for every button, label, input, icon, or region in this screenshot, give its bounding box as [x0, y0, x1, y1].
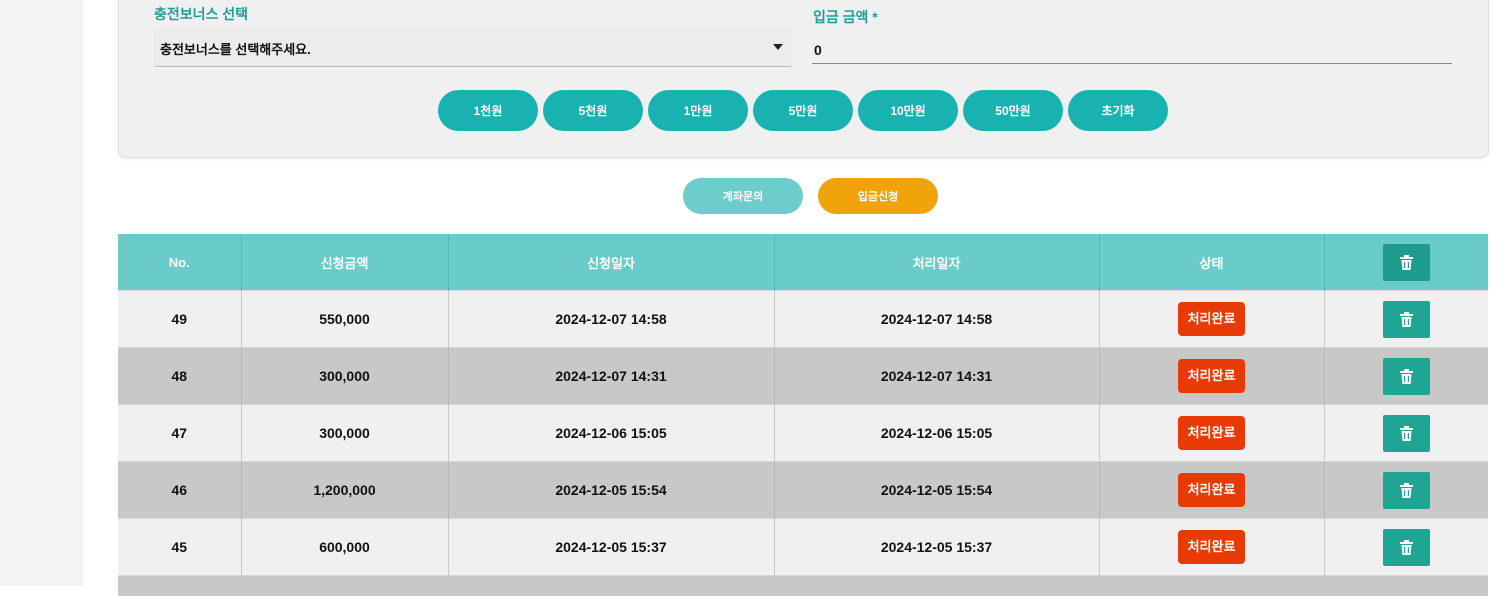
cell-delete: [1324, 462, 1488, 519]
cell-process-date: 2024-12-05 15:37: [774, 519, 1099, 576]
cell-delete: [1324, 519, 1488, 576]
cell-status: 처리완료: [1099, 519, 1324, 576]
cell-request-date: 2024-12-05 15:54: [448, 462, 774, 519]
quick-amount-1k-button[interactable]: 1천원: [438, 90, 538, 131]
cell-no: 48: [118, 348, 241, 405]
bonus-select[interactable]: 충전보너스를 선택해주세요.: [154, 28, 792, 67]
quick-amount-50k-button[interactable]: 5만원: [753, 90, 853, 131]
cell-amount: 550,000: [241, 291, 448, 348]
table-row: 49 550,000 2024-12-07 14:58 2024-12-07 1…: [118, 291, 1488, 348]
cell-amount: 600,000: [241, 519, 448, 576]
quick-amount-500k-button[interactable]: 50만원: [963, 90, 1063, 131]
cell-status: 처리완료: [1099, 291, 1324, 348]
cell-process-date: 2024-12-05 15:54: [774, 462, 1099, 519]
cell-process-date: 2024-12-07 14:58: [774, 291, 1099, 348]
delete-row-button[interactable]: [1383, 529, 1430, 566]
cell-delete: [1324, 348, 1488, 405]
reset-amount-button[interactable]: 초기화: [1068, 90, 1168, 131]
cell-request-date: 2024-12-06 15:05: [448, 405, 774, 462]
trash-icon: [1400, 426, 1413, 441]
cell-status: 처리완료: [1099, 405, 1324, 462]
delete-all-button[interactable]: [1383, 244, 1430, 281]
trash-icon: [1400, 255, 1413, 270]
header-process-date: 처리일자: [774, 234, 1099, 291]
cell-request-date: 2024-12-07 14:58: [448, 291, 774, 348]
deposit-form-card: [118, 0, 1489, 158]
cell-process-date: 2024-12-07 14:31: [774, 348, 1099, 405]
table-row: 45 600,000 2024-12-05 15:37 2024-12-05 1…: [118, 519, 1488, 576]
table-row: 46 1,200,000 2024-12-05 15:54 2024-12-05…: [118, 462, 1488, 519]
account-inquiry-button[interactable]: 계좌문의: [683, 178, 803, 214]
table-row: 48 300,000 2024-12-07 14:31 2024-12-07 1…: [118, 348, 1488, 405]
status-badge: 처리완료: [1178, 359, 1246, 393]
deposit-history-table: No. 신청금액 신청일자 처리일자 상태 49 550,000 2024-12…: [118, 234, 1488, 596]
cell-request-date: 2024-12-07 14:31: [448, 348, 774, 405]
delete-row-button[interactable]: [1383, 415, 1430, 452]
cell-delete: [1324, 291, 1488, 348]
cell-delete: [1324, 405, 1488, 462]
status-badge: 처리완료: [1178, 530, 1246, 564]
quick-amount-5k-button[interactable]: 5천원: [543, 90, 643, 131]
amount-input[interactable]: [812, 36, 1452, 64]
cell-no: 46: [118, 462, 241, 519]
delete-row-button[interactable]: [1383, 358, 1430, 395]
cell-amount: 1,200,000: [241, 462, 448, 519]
cell-status: 처리완료: [1099, 462, 1324, 519]
delete-row-button[interactable]: [1383, 301, 1430, 338]
header-delete: [1324, 234, 1488, 291]
left-sidebar-background: [0, 0, 83, 586]
cell-process-date: 2024-12-06 15:05: [774, 405, 1099, 462]
cell-no: 49: [118, 291, 241, 348]
quick-amount-buttons: 1천원 5천원 1만원 5만원 10만원 50만원 초기화: [438, 90, 1168, 131]
deposit-request-button[interactable]: 입금신청: [818, 178, 938, 214]
trash-icon: [1400, 312, 1413, 327]
cell-amount: 300,000: [241, 405, 448, 462]
status-badge: 처리완료: [1178, 473, 1246, 507]
cell-request-date: 2024-12-05 15:37: [448, 519, 774, 576]
header-status: 상태: [1099, 234, 1324, 291]
bonus-select-label: 충전보너스 선택: [154, 4, 248, 24]
amount-label: 입금 금액 *: [813, 7, 878, 27]
header-amount: 신청금액: [241, 234, 448, 291]
table-header-row: No. 신청금액 신청일자 처리일자 상태: [118, 234, 1488, 291]
trash-icon: [1400, 483, 1413, 498]
trash-icon: [1400, 369, 1413, 384]
quick-amount-10k-button[interactable]: 1만원: [648, 90, 748, 131]
table-row: 47 300,000 2024-12-06 15:05 2024-12-06 1…: [118, 405, 1488, 462]
status-badge: 처리완료: [1178, 302, 1246, 336]
delete-row-button[interactable]: [1383, 472, 1430, 509]
status-badge: 처리완료: [1178, 416, 1246, 450]
bonus-select-value: 충전보너스를 선택해주세요.: [160, 39, 311, 58]
cell-no: 47: [118, 405, 241, 462]
header-no: No.: [118, 234, 241, 291]
header-request-date: 신청일자: [448, 234, 774, 291]
cell-no: 45: [118, 519, 241, 576]
cell-amount: 300,000: [241, 348, 448, 405]
cell-status: 처리완료: [1099, 348, 1324, 405]
chevron-down-icon: [773, 44, 783, 50]
quick-amount-100k-button[interactable]: 10만원: [858, 90, 958, 131]
trash-icon: [1400, 540, 1413, 555]
